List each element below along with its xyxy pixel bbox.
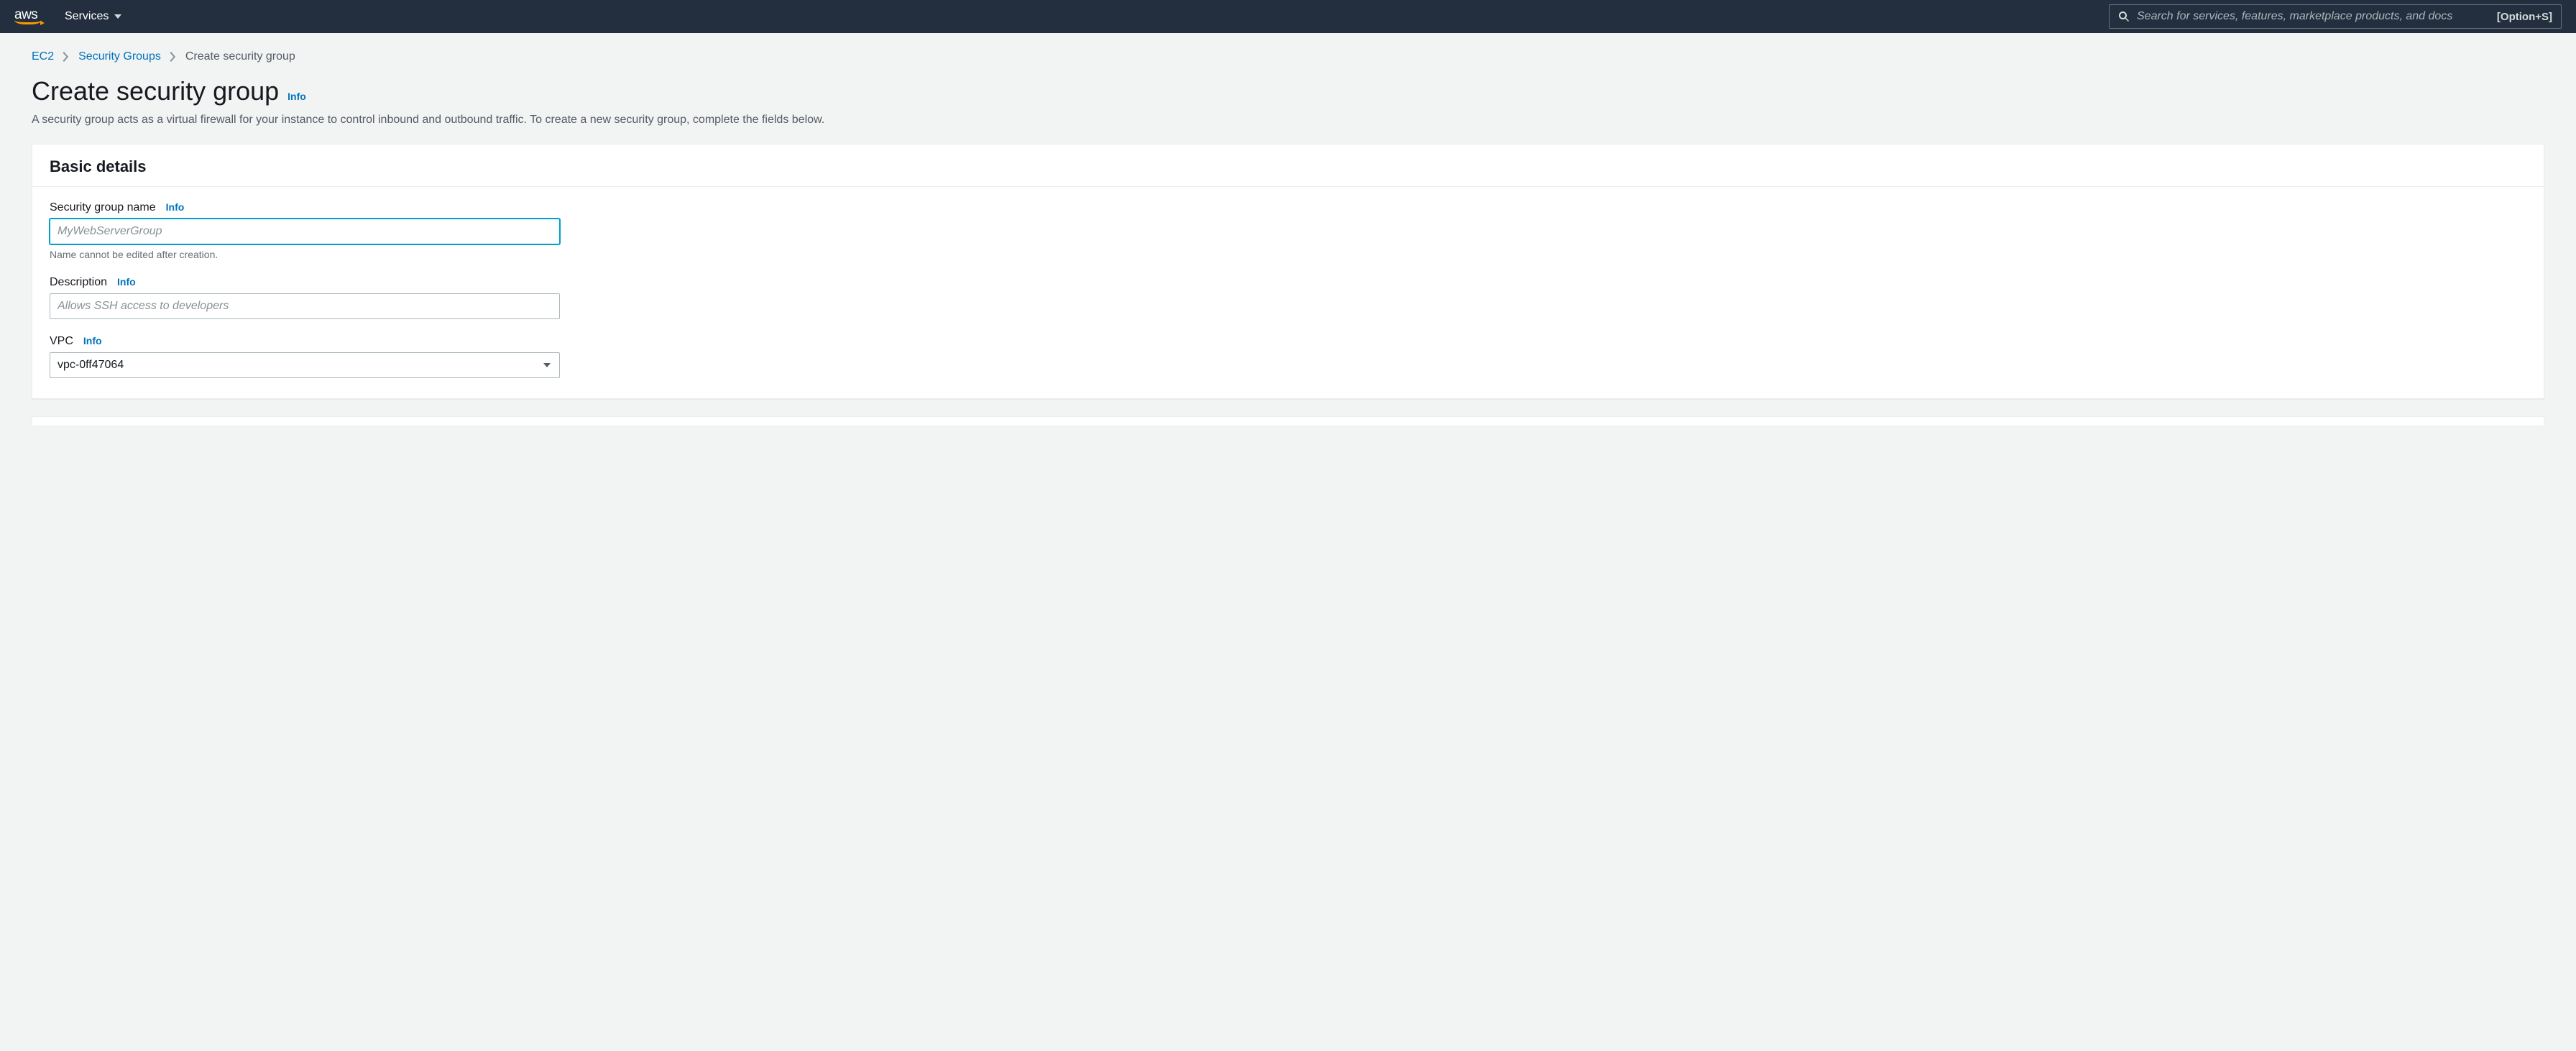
description-info-link[interactable]: Info <box>117 276 136 288</box>
services-menu-button[interactable]: Services <box>65 10 121 23</box>
vpc-info-link[interactable]: Info <box>83 335 102 346</box>
security-group-name-input[interactable] <box>50 219 560 244</box>
global-search[interactable]: [Option+S] <box>2109 4 2562 29</box>
aws-logo[interactable]: aws <box>14 9 42 24</box>
search-shortcut-hint: [Option+S] <box>2497 11 2552 23</box>
page-title: Create security group <box>32 76 279 106</box>
sg-name-hint: Name cannot be edited after creation. <box>50 249 2526 260</box>
basic-details-panel: Basic details Security group name Info N… <box>32 144 2544 399</box>
breadcrumb-ec2[interactable]: EC2 <box>32 50 54 63</box>
breadcrumb-current: Create security group <box>185 50 295 63</box>
sg-name-info-link[interactable]: Info <box>166 201 185 213</box>
chevron-right-icon <box>63 52 70 62</box>
panel-header: Basic details <box>32 144 2544 187</box>
search-icon <box>2118 11 2130 22</box>
page-info-link[interactable]: Info <box>288 91 306 102</box>
breadcrumb: EC2 Security Groups Create security grou… <box>32 50 2544 63</box>
description-label: Description <box>50 276 107 289</box>
field-security-group-name: Security group name Info Name cannot be … <box>50 201 2526 260</box>
top-nav: aws Services [Option+S] <box>0 0 2576 33</box>
page-title-row: Create security group Info <box>32 76 2544 106</box>
panel-body: Security group name Info Name cannot be … <box>32 187 2544 398</box>
page-description: A security group acts as a virtual firew… <box>32 114 2544 127</box>
sg-name-label: Security group name <box>50 201 156 214</box>
field-description: Description Info <box>50 276 2526 319</box>
chevron-right-icon <box>170 52 177 62</box>
services-label: Services <box>65 10 109 23</box>
vpc-label: VPC <box>50 335 73 348</box>
panel-title: Basic details <box>50 157 2526 176</box>
vpc-select[interactable]: vpc-0ff47064 <box>50 352 560 378</box>
field-vpc: VPC Info vpc-0ff47064 <box>50 335 2526 378</box>
next-panel <box>32 416 2544 426</box>
caret-down-icon <box>114 13 121 20</box>
description-input[interactable] <box>50 293 560 319</box>
vpc-selected-value: vpc-0ff47064 <box>58 359 124 372</box>
page-content: EC2 Security Groups Create security grou… <box>0 33 2576 455</box>
aws-smile-icon <box>14 20 42 24</box>
global-search-input[interactable] <box>2137 10 2490 23</box>
breadcrumb-security-groups[interactable]: Security Groups <box>78 50 161 63</box>
aws-logo-text: aws <box>14 9 37 21</box>
